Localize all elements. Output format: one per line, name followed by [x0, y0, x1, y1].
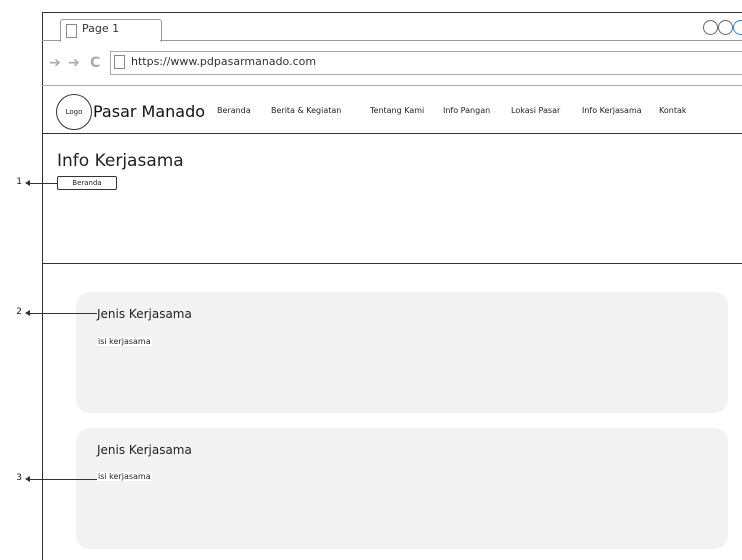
section-divider	[42, 263, 742, 264]
reload-icon[interactable]: C	[90, 56, 100, 70]
card-text: isi kerjasama	[97, 337, 152, 346]
window-control-icon[interactable]	[703, 20, 718, 35]
browser-frame-top	[42, 12, 742, 13]
url-text[interactable]: https://www.pdpasarmanado.com	[131, 55, 316, 68]
toolbar-divider	[42, 85, 742, 86]
tab-title: Page 1	[82, 22, 120, 35]
annotation-line	[28, 183, 57, 184]
page-icon	[114, 55, 125, 69]
nav-item-lokasi-pasar[interactable]: Lokasi Pasar	[511, 106, 560, 115]
annotation-number: 2	[16, 307, 22, 317]
browser-frame-left	[42, 12, 43, 560]
tab-divider-left	[42, 40, 60, 41]
back-arrow-icon[interactable]: ➔	[49, 56, 61, 70]
window-control-icon[interactable]	[718, 20, 733, 35]
annotation-number: 1	[16, 177, 22, 187]
nav-item-tentang-kami[interactable]: Tentang Kami	[370, 106, 424, 115]
card-title: Jenis Kerjasama	[97, 307, 192, 321]
nav-item-beranda[interactable]: Beranda	[217, 106, 251, 115]
annotation-line	[28, 479, 97, 480]
header-divider	[42, 133, 742, 134]
logo[interactable]: Logo	[56, 94, 92, 130]
forward-arrow-icon[interactable]: ➔	[68, 56, 80, 70]
window-control-icon[interactable]	[733, 20, 742, 35]
nav-item-info-pangan[interactable]: Info Pangan	[443, 106, 490, 115]
annotation-number: 3	[16, 473, 22, 483]
page-icon	[66, 24, 77, 38]
breadcrumb[interactable]: Beranda	[57, 176, 117, 190]
brand-name[interactable]: Pasar Manado	[93, 102, 205, 121]
annotation-line	[28, 313, 97, 314]
card-text: isi kerjasama	[97, 472, 152, 481]
tab-divider	[160, 40, 742, 41]
card-title: Jenis Kerjasama	[97, 443, 192, 457]
nav-item-kontak[interactable]: Kontak	[659, 106, 686, 115]
nav-item-berita-kegiatan[interactable]: Berita & Kegiatan	[271, 106, 341, 115]
page-title: Info Kerjasama	[57, 151, 184, 171]
nav-item-info-kerjasama[interactable]: Info Kerjasama	[582, 106, 642, 115]
